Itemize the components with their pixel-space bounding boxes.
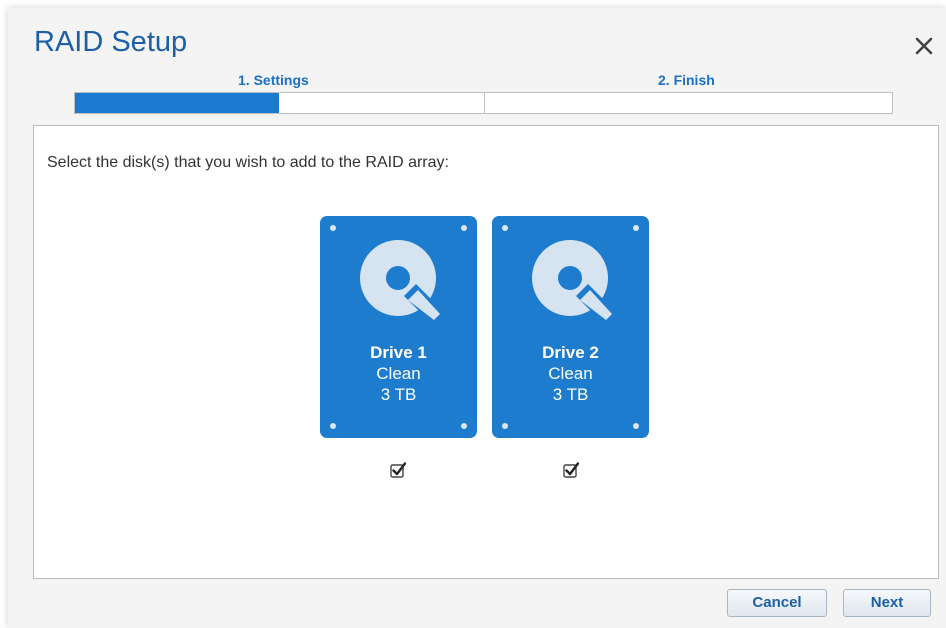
screw-dot (502, 423, 508, 429)
drive-size: 3 TB (552, 385, 589, 404)
wizard-progress-bar (74, 92, 893, 114)
drive-status: Clean (548, 364, 593, 383)
raid-setup-dialog: RAID Setup 1. Settings 2. Finish Select … (8, 8, 946, 628)
progress-step-divider (484, 93, 485, 113)
drive-2-checkbox[interactable] (563, 462, 579, 478)
cancel-button[interactable]: Cancel (727, 589, 827, 617)
screw-dot (502, 225, 508, 231)
hard-disk-icon (360, 240, 448, 328)
drive-1-checkbox[interactable] (390, 462, 406, 478)
drive-size: 3 TB (380, 385, 417, 404)
hard-disk-icon (532, 240, 620, 328)
progress-fill (75, 93, 280, 113)
drive-name: Drive 1 (370, 343, 427, 362)
close-icon[interactable] (912, 34, 936, 58)
screw-dot (330, 225, 336, 231)
drive-2-card[interactable]: Drive 2 Clean 3 TB (492, 216, 649, 438)
disk-selection-panel: Select the disk(s) that you wish to add … (33, 125, 939, 579)
next-button[interactable]: Next (843, 589, 931, 617)
screw-dot (461, 225, 467, 231)
drive-name: Drive 2 (542, 343, 599, 362)
dialog-title: RAID Setup (34, 26, 188, 58)
screw-dot (633, 225, 639, 231)
drive-1-card[interactable]: Drive 1 Clean 3 TB (320, 216, 477, 438)
step-settings-label: 1. Settings (238, 72, 309, 88)
drive-status: Clean (376, 364, 421, 383)
step-finish-label: 2. Finish (658, 72, 715, 88)
screw-dot (330, 423, 336, 429)
screw-dot (461, 423, 467, 429)
screw-dot (633, 423, 639, 429)
instruction-text: Select the disk(s) that you wish to add … (47, 154, 449, 171)
